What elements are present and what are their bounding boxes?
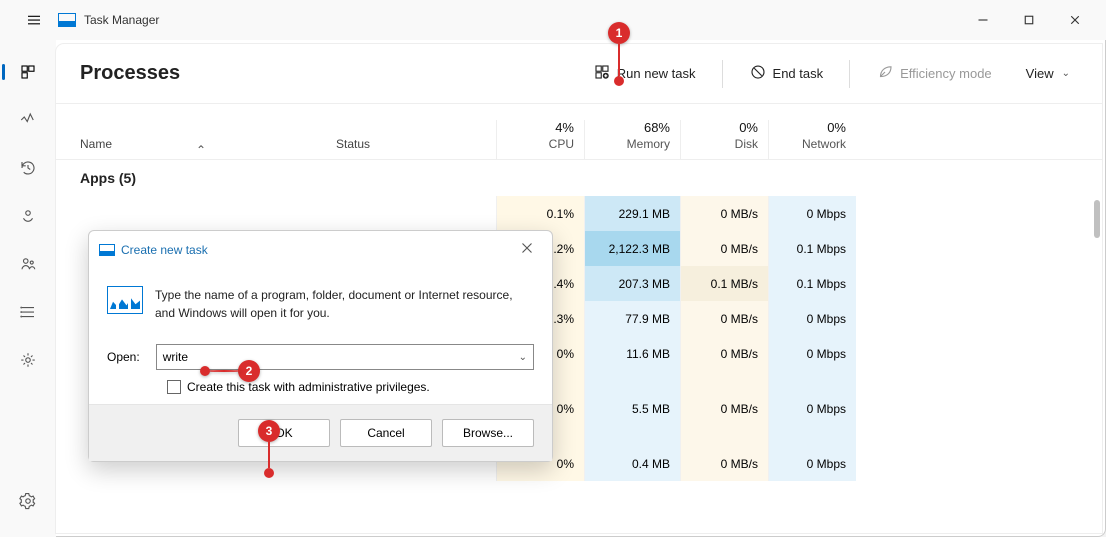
cell-memory: 5.5 MB [584,371,680,446]
col-network[interactable]: 0%Network [768,120,856,159]
open-label: Open: [107,350,140,364]
group-apps[interactable]: Apps (5) [56,160,1102,196]
cell-network: 0.1 Mbps [768,231,856,266]
ok-button[interactable]: OK [238,419,330,447]
open-combobox[interactable]: write ⌄ [156,344,534,370]
dialog-icon [99,244,115,256]
nav-startup[interactable] [8,196,48,236]
cell-disk: 0.1 MB/s [680,266,768,301]
cell-network: 0 Mbps [768,371,856,446]
col-cpu[interactable]: 4%CPU [496,120,584,159]
end-icon [749,63,767,84]
cell-network: 0 Mbps [768,336,856,371]
col-name[interactable]: Name ⌃ [56,137,336,159]
separator [722,60,723,88]
cell-memory: 77.9 MB [584,301,680,336]
cell-network: 0 Mbps [768,196,856,231]
cell-network: 0 Mbps [768,446,856,481]
minimize-button[interactable] [960,4,1006,36]
cell-cpu: 0.1% [496,196,584,231]
table-row[interactable]: 0.1%229.1 MB0 MB/s0 Mbps [56,196,1102,231]
nav-settings[interactable] [8,481,48,521]
chevron-down-icon: ⌄ [519,352,527,363]
close-button[interactable] [1052,4,1098,36]
cell-memory: 207.3 MB [584,266,680,301]
run-dialog-icon [107,286,143,314]
annotation-marker-1: 1 [608,22,630,44]
separator [849,60,850,88]
admin-checkbox[interactable] [167,380,181,394]
nav-performance[interactable] [8,100,48,140]
cell-network: 0 Mbps [768,301,856,336]
cell-disk: 0 MB/s [680,336,768,371]
app-icon [58,13,76,27]
browse-button[interactable]: Browse... [442,419,534,447]
annotation-dot [200,366,210,376]
page-title: Processes [80,62,180,85]
create-new-task-dialog: Create new task Type the name of a progr… [88,230,553,462]
open-value: write [163,350,188,364]
dialog-close-button[interactable] [512,237,542,262]
col-disk[interactable]: 0%Disk [680,120,768,159]
nav-users[interactable] [8,244,48,284]
cell-network: 0.1 Mbps [768,266,856,301]
cell-disk: 0 MB/s [680,371,768,446]
nav-services[interactable] [8,340,48,380]
run-new-task-button[interactable]: Run new task [585,59,704,88]
cell-disk: 0 MB/s [680,446,768,481]
window-title: Task Manager [84,13,159,27]
nav-details[interactable] [8,292,48,332]
chevron-down-icon: ⌄ [1062,68,1070,79]
dialog-description: Type the name of a program, folder, docu… [155,286,534,322]
cell-memory: 2,122.3 MB [584,231,680,266]
nav-app-history[interactable] [8,148,48,188]
col-status[interactable]: Status [336,137,496,159]
admin-checkbox-label: Create this task with administrative pri… [187,380,430,394]
cancel-button[interactable]: Cancel [340,419,432,447]
cell-memory: 0.4 MB [584,446,680,481]
leaf-icon [876,63,894,84]
maximize-button[interactable] [1006,4,1052,36]
annotation-marker-3: 3 [258,420,280,442]
cell-disk: 0 MB/s [680,301,768,336]
cell-disk: 0 MB/s [680,231,768,266]
scrollbar-thumb[interactable] [1094,200,1100,238]
col-memory[interactable]: 68%Memory [584,120,680,159]
sort-caret-icon: ⌃ [196,143,206,157]
cell-memory: 229.1 MB [584,196,680,231]
end-task-button[interactable]: End task [741,59,832,88]
cell-disk: 0 MB/s [680,196,768,231]
efficiency-mode-button[interactable]: Efficiency mode [868,59,1000,88]
dialog-title: Create new task [121,243,208,257]
cell-memory: 11.6 MB [584,336,680,371]
run-icon [593,63,611,84]
menu-button[interactable] [18,4,50,36]
view-button[interactable]: View ⌄ [1018,62,1078,85]
annotation-line [206,370,242,372]
nav-processes[interactable] [8,52,48,92]
